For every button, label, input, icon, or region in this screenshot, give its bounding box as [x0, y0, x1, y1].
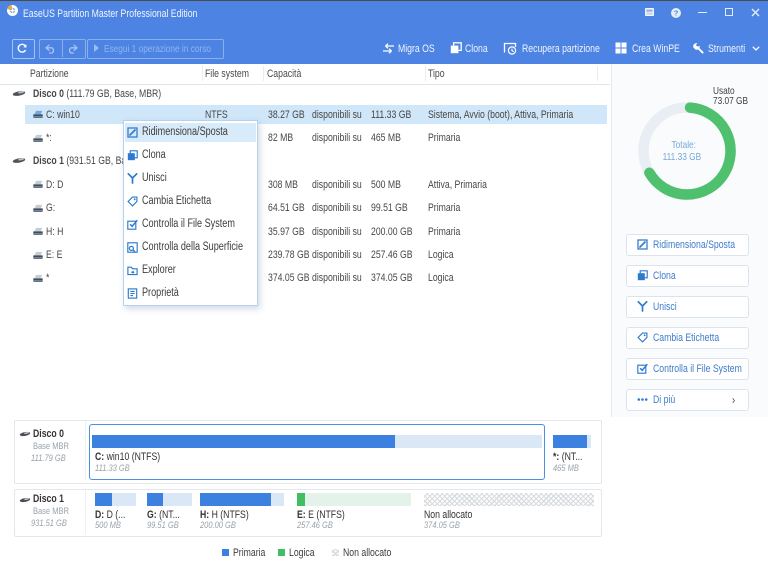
svg-text:?: ?	[673, 8, 678, 17]
